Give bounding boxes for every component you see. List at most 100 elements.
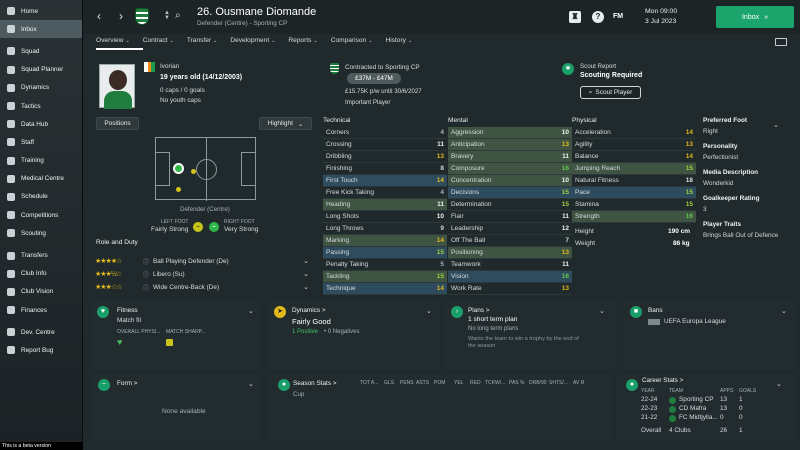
attribute-row[interactable]: Concentration 10 [448,175,572,187]
role-row[interactable]: ★★★½☆ ⓘ Libero (Su) ⌄ [95,268,309,280]
tab-contract[interactable]: Contract ⌄ [143,37,174,44]
attribute-row[interactable]: Pace 15 [572,187,696,199]
season-stat-column[interactable]: AV R [573,380,584,386]
attribute-row[interactable]: Determination 15 [448,199,572,211]
sidebar-item-data-hub[interactable]: Data Hub [0,115,82,133]
sidebar-item-inbox[interactable]: Inbox [0,20,82,39]
form-chevron-icon[interactable]: ⌄ [248,380,254,388]
attribute-row[interactable]: Aggression 10 [448,127,572,139]
attribute-row[interactable]: First Touch 14 [323,175,447,187]
tab-transfer[interactable]: Transfer ⌄ [187,37,218,44]
season-stat-column[interactable]: ASTS [416,380,429,386]
attribute-row[interactable]: Heading 11 [323,199,447,211]
attribute-row[interactable]: Acceleration 14 [572,127,696,139]
season-stat-column[interactable]: YEL [454,380,463,386]
fm-menu[interactable]: FM [613,13,623,20]
attribute-row[interactable]: Composure 16 [448,163,572,175]
season-stats-title[interactable]: Season Stats > [293,380,337,387]
back-arrow-icon[interactable]: ‹ [91,9,107,23]
dynamics-chevron-icon[interactable]: ⌄ [426,307,432,315]
fitness-chevron-icon[interactable]: ⌄ [248,307,254,315]
season-stat-column[interactable]: DRB/90 [529,380,547,386]
attribute-row[interactable]: Passing 15 [323,247,447,259]
plans-chevron-icon[interactable]: ⌄ [599,307,605,315]
season-stat-column[interactable]: SHTS/... [549,380,568,386]
attribute-row[interactable]: Jumping Reach 15 [572,163,696,175]
role-row[interactable]: ★★★☆☆ ⓘ Wide Centre-Back (De) ⌄ [95,281,309,293]
career-stats-title[interactable]: Career Stats > [642,377,683,384]
role-row[interactable]: ★★★★☆ ⓘ Ball Playing Defender (De) ⌄ [95,255,309,267]
attribute-row[interactable]: Decisions 15 [448,187,572,199]
sidebar-item-competitions[interactable]: Competitions [0,206,82,224]
sidebar-item-club-vision[interactable]: Club Vision [0,283,82,301]
attribute-row[interactable]: Dribbling 13 [323,151,447,163]
attribute-row[interactable]: Teamwork 11 [448,259,572,271]
attribute-row[interactable]: Anticipation 13 [448,139,572,151]
attribute-row[interactable]: Natural Fitness 18 [572,175,696,187]
attribute-row[interactable]: Marking 14 [323,235,447,247]
info-chevron-icon[interactable]: ⌄ [773,121,779,129]
sidebar-item-home[interactable]: Home [0,2,82,20]
inbox-continue-button[interactable]: Inbox » [716,6,794,28]
attribute-row[interactable]: Free Kick Taking 4 [323,187,447,199]
tab-history[interactable]: History ⌄ [385,37,412,44]
sidebar-item-transfers[interactable]: Transfers [0,246,82,264]
sidebar-item-scouting[interactable]: Scouting [0,224,82,242]
positions-button[interactable]: Positions [96,117,139,130]
season-stat-column[interactable]: TOT A... [360,380,378,386]
sidebar-item-report-bug[interactable]: Report Bug [0,341,82,359]
help-icon[interactable]: ? [592,11,604,23]
season-stat-column[interactable]: PENS [400,380,414,386]
attribute-row[interactable]: Stamina 15 [572,199,696,211]
attribute-row[interactable]: Corners 4 [323,127,447,139]
attribute-row[interactable]: Flair 11 [448,211,572,223]
fitness-title[interactable]: Fitness [117,307,138,314]
attribute-row[interactable]: Finishing 8 [323,163,447,175]
tab-comparison[interactable]: Comparison ⌄ [331,37,373,44]
season-stat-column[interactable]: POM [434,380,445,386]
season-stat-column[interactable]: RED [470,380,481,386]
attribute-row[interactable]: Penalty Taking 5 [323,259,447,271]
sidebar-item-dynamics[interactable]: Dynamics [0,79,82,97]
tab-reports[interactable]: Reports ⌄ [288,37,317,44]
attribute-row[interactable]: Bravery 11 [448,151,572,163]
dynamics-title[interactable]: Dynamics > [292,307,326,314]
attribute-row[interactable]: Technique 14 [323,283,447,295]
attribute-row[interactable]: Tackling 15 [323,271,447,283]
sidebar-item-tactics[interactable]: Tactics [0,97,82,115]
attribute-row[interactable]: Long Shots 10 [323,211,447,223]
sidebar-item-staff[interactable]: Staff [0,133,82,151]
tv-icon[interactable] [775,38,787,46]
sidebar-item-finances[interactable]: Finances [0,301,82,319]
player-subtitle[interactable]: Defender (Centre) - Sporting CP [197,20,287,27]
sidebar-item-club-info[interactable]: Club Info [0,265,82,283]
search-icon[interactable]: ⌕ [175,10,181,21]
sidebar-item-schedule[interactable]: Schedule [0,188,82,206]
season-stat-column[interactable]: TCKW/... [485,380,505,386]
attribute-row[interactable]: Agility 13 [572,139,696,151]
attribute-row[interactable]: Vision 16 [448,271,572,283]
sidebar-item-medical-centre[interactable]: Medical Centre [0,170,82,188]
tab-development[interactable]: Development ⌄ [230,37,275,44]
scout-player-button[interactable]: ⌕ Scout Player [580,86,641,99]
attribute-row[interactable]: Leadership 12 [448,223,572,235]
bans-chevron-icon[interactable]: ⌄ [781,307,787,315]
plans-title[interactable]: Plans > [468,307,490,314]
attribute-row[interactable]: Crossing 11 [323,139,447,151]
attribute-row[interactable]: Balance 14 [572,151,696,163]
tab-overview[interactable]: Overview ⌄ [96,37,130,44]
club-switch-chevron-icon[interactable]: ▲ ▼ [164,10,170,21]
season-stat-column[interactable]: PAS % [509,380,524,386]
form-title[interactable]: Form > [117,380,137,387]
attribute-row[interactable]: Strength 16 [572,211,696,223]
attribute-row[interactable]: Long Throws 9 [323,223,447,235]
sidebar-item-dev-centre[interactable]: Dev. Centre [0,323,82,341]
sidebar-item-squad[interactable]: Squad [0,42,82,60]
attribute-row[interactable]: Work Rate 13 [448,283,572,295]
club-badge-icon[interactable]: ♜ [569,11,581,23]
attribute-row[interactable]: Positioning 13 [448,247,572,259]
sidebar-item-squad-planner[interactable]: Squad Planner [0,61,82,79]
sidebar-item-training[interactable]: Training [0,152,82,170]
attribute-row[interactable]: Off The Ball 7 [448,235,572,247]
highlight-dropdown[interactable]: Highlight ⌄ [259,117,312,130]
